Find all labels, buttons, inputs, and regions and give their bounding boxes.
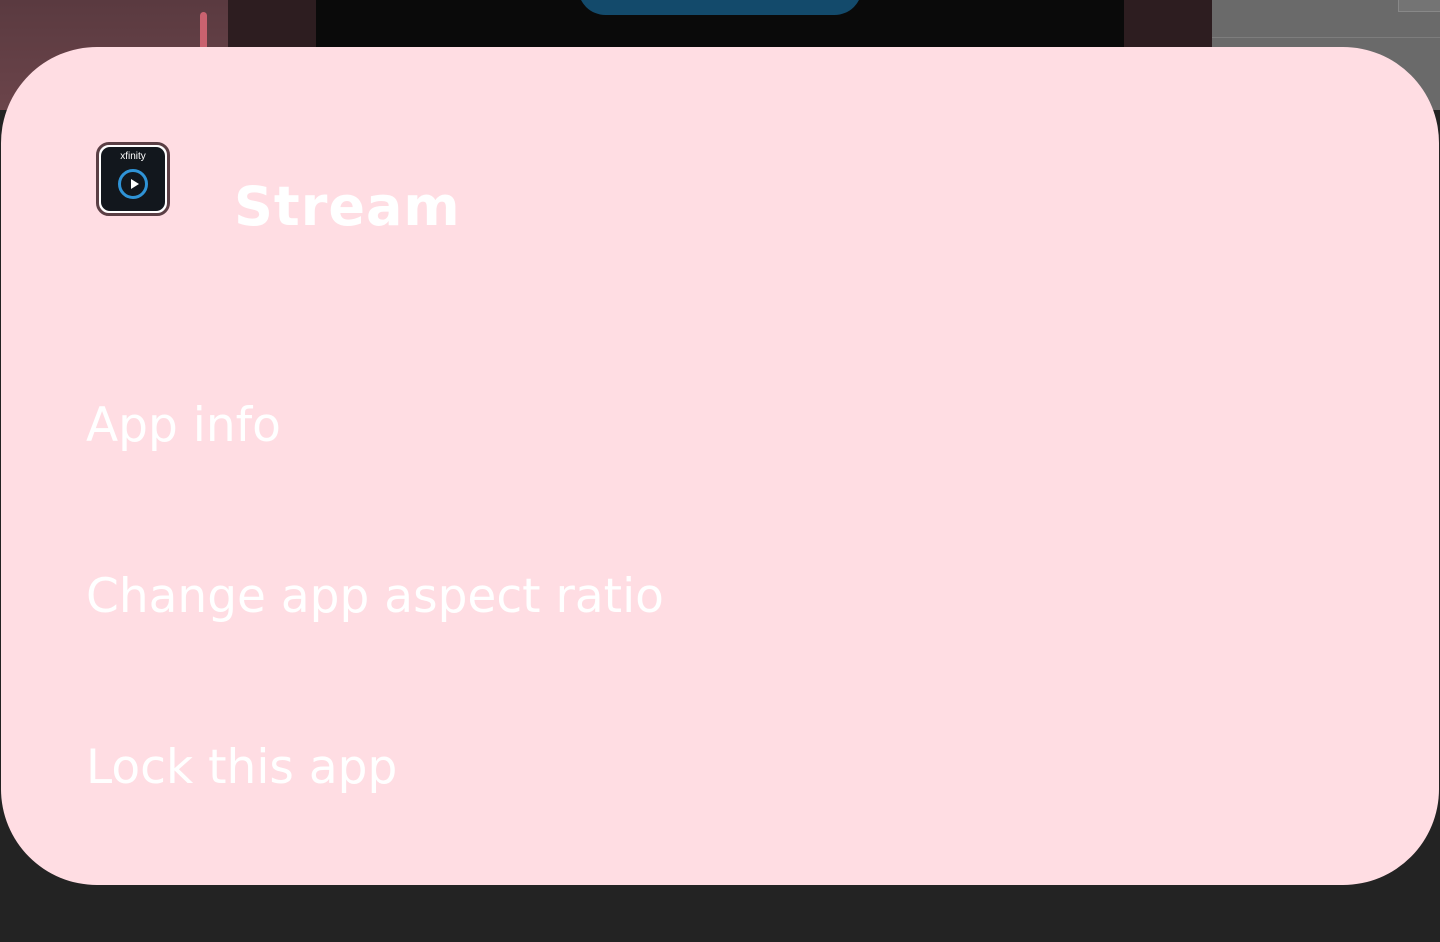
play-circle-icon xyxy=(118,169,148,199)
menu-item-lock-app[interactable]: Lock this app xyxy=(86,738,397,798)
screen: xfinity Stream App info Change app aspec… xyxy=(0,0,1440,942)
background-field xyxy=(1398,0,1440,12)
background-button xyxy=(578,0,862,15)
background-divider xyxy=(1212,37,1440,38)
menu-item-change-aspect-ratio[interactable]: Change app aspect ratio xyxy=(86,567,664,627)
app-icon-face: xfinity xyxy=(101,147,165,211)
play-icon xyxy=(131,179,139,189)
xfinity-stream-icon: xfinity xyxy=(96,142,170,216)
app-title: Stream xyxy=(234,175,461,238)
menu-item-app-info[interactable]: App info xyxy=(86,396,281,456)
app-options-popup: xfinity Stream App info Change app aspec… xyxy=(1,47,1439,885)
app-icon-brand-text: xfinity xyxy=(120,151,146,162)
